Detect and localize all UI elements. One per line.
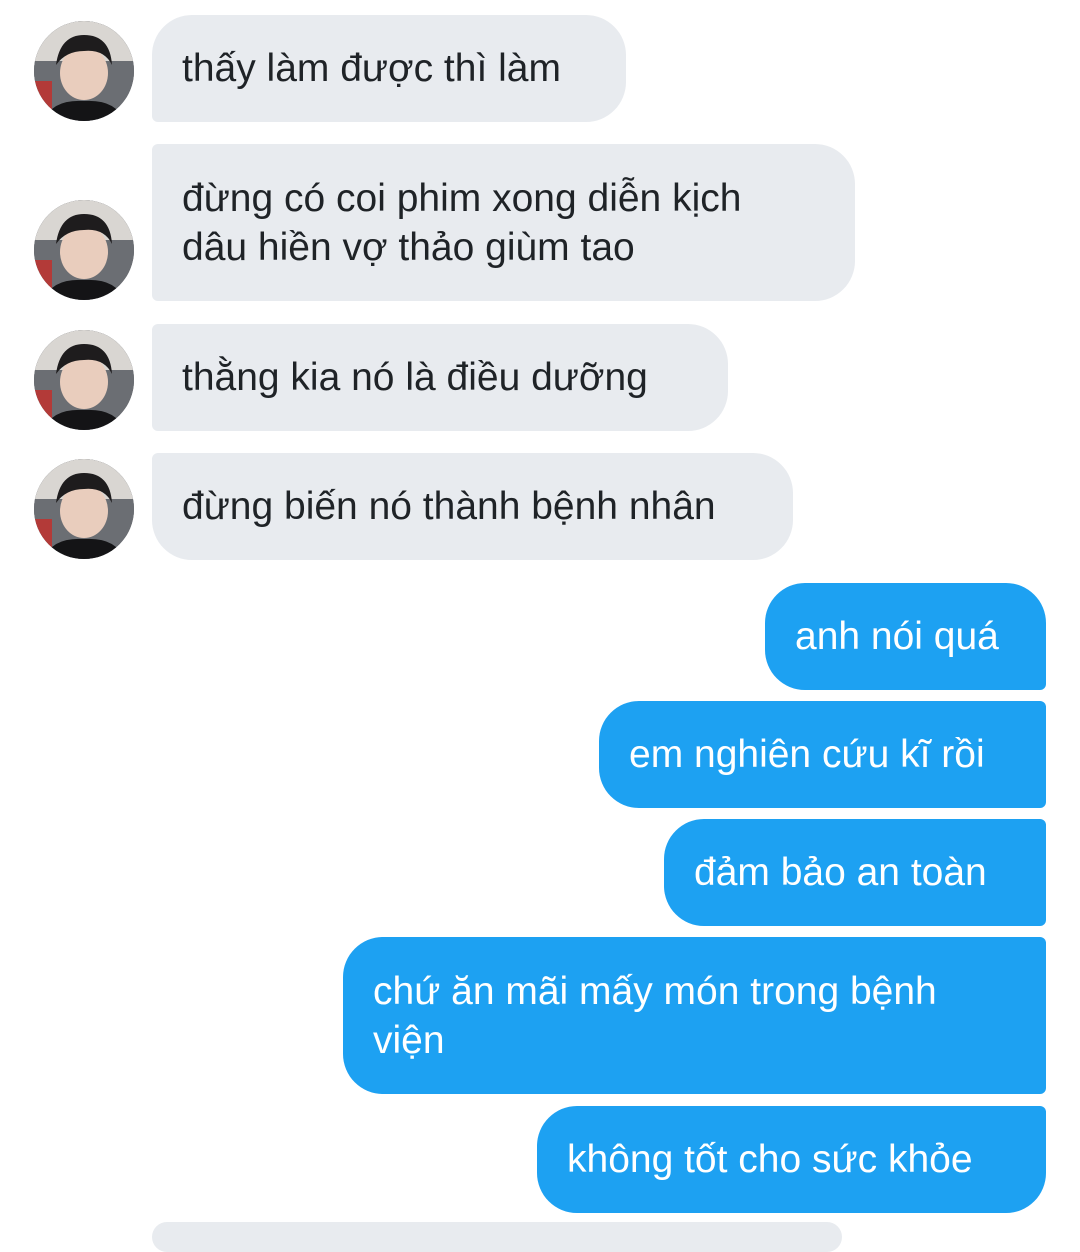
incoming-message-bubble[interactable]: thấy làm được thì làm: [152, 15, 626, 122]
outgoing-message-bubble[interactable]: không tốt cho sức khỏe: [537, 1106, 1046, 1213]
outgoing-message-bubble[interactable]: anh nói quá: [765, 583, 1046, 690]
outgoing-message-bubble[interactable]: đảm bảo an toàn: [664, 819, 1046, 926]
message-text: đừng biến nó thành bệnh nhân: [182, 485, 716, 528]
message-text: chứ ăn mãi mấy món trong bệnh viện: [373, 969, 937, 1062]
contact-avatar[interactable]: [34, 330, 134, 430]
contact-avatar[interactable]: [34, 21, 134, 121]
message-text: đảm bảo an toàn: [694, 851, 987, 894]
message-text: anh nói quá: [795, 615, 999, 658]
message-text: em nghiên cứu kĩ rồi: [629, 733, 985, 776]
outgoing-message-bubble[interactable]: chứ ăn mãi mấy món trong bệnh viện: [343, 937, 1046, 1094]
message-text: thằng kia nó là điều dưỡng: [182, 356, 648, 399]
incoming-message-bubble-partial[interactable]: [152, 1222, 842, 1252]
contact-avatar[interactable]: [34, 200, 134, 300]
message-text: thấy làm được thì làm: [182, 47, 561, 90]
message-text: không tốt cho sức khỏe: [567, 1138, 973, 1181]
message-thread: thấy làm được thì làm đừng có coi phim x…: [0, 0, 1080, 1252]
contact-avatar[interactable]: [34, 459, 134, 559]
incoming-message-bubble[interactable]: đừng biến nó thành bệnh nhân: [152, 453, 793, 560]
incoming-message-bubble[interactable]: đừng có coi phim xong diễn kịch dâu hiền…: [152, 144, 855, 301]
outgoing-message-bubble[interactable]: em nghiên cứu kĩ rồi: [599, 701, 1046, 808]
incoming-message-bubble[interactable]: thằng kia nó là điều dưỡng: [152, 324, 728, 431]
message-text: đừng có coi phim xong diễn kịch dâu hiền…: [182, 176, 742, 269]
